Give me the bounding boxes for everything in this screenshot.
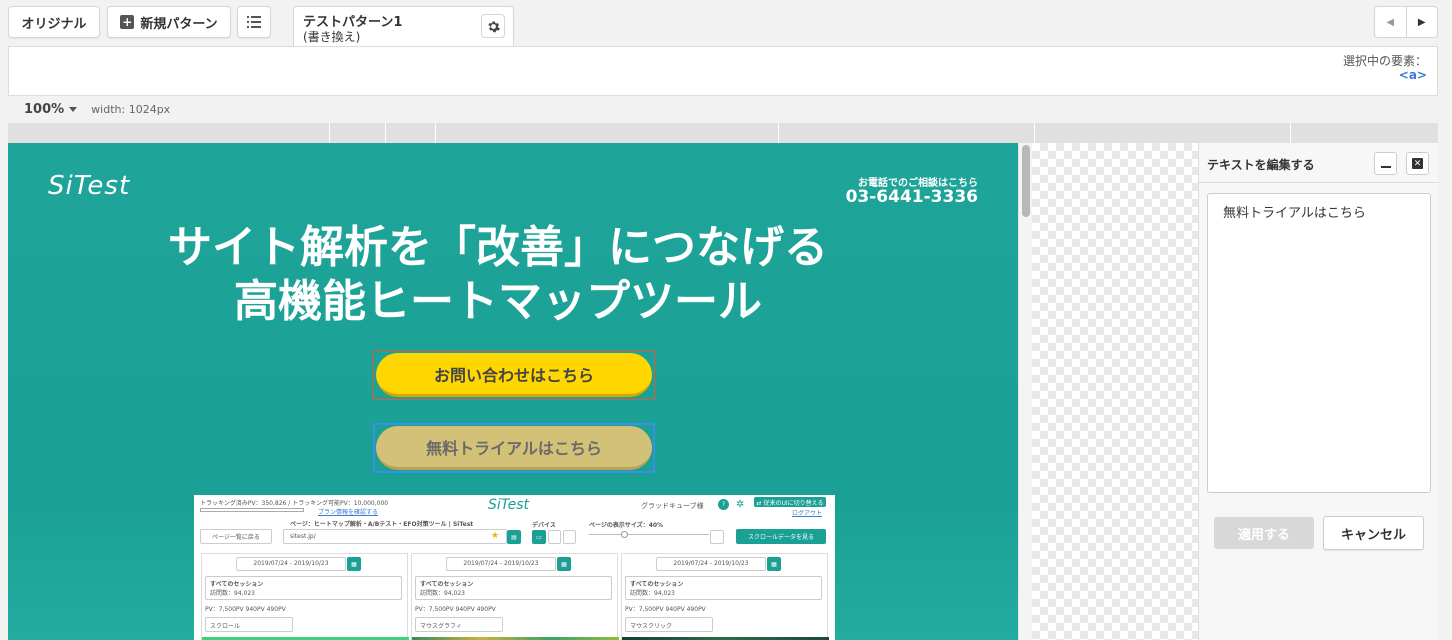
hero-headline[interactable]: サイト解析を「改善」につなげる 高機能ヒートマップツール <box>8 221 1018 329</box>
size-slider <box>589 534 709 535</box>
zoom-bar: 100% width: 1024px <box>8 96 1438 123</box>
help-icon: ? <box>718 499 729 510</box>
calendar-icon: ▦ <box>347 557 361 571</box>
segment-3-title: すべてのセッション <box>630 581 684 588</box>
display-size-label: ページの表示サイズ：40% <box>589 522 664 529</box>
mode-select-2: マウスグラフィ <box>415 617 503 632</box>
segment-2: すべてのセッション 訪問数：94,023 <box>415 576 612 600</box>
minimize-button[interactable] <box>1374 152 1397 175</box>
size-slider-handle <box>621 531 628 538</box>
slider-settings-icon <box>710 530 724 544</box>
segment-3-visits: 訪問数：94,023 <box>630 590 675 597</box>
close-button[interactable]: ✕ <box>1406 152 1429 175</box>
close-icon: ✕ <box>1412 158 1423 169</box>
pv-line-3: PV：7,500PV 940PV 490PV <box>625 606 706 613</box>
selected-element-tag[interactable]: <a> <box>1399 68 1427 82</box>
settings-icon: ✲ <box>736 499 745 510</box>
headline-line-2: 高機能ヒートマップツール <box>234 276 762 327</box>
list-icon <box>247 16 261 28</box>
tablet-icon <box>548 530 561 544</box>
date-range-3: 2019/07/24 - 2019/10/23 <box>656 557 766 571</box>
viewport-width: width: 1024px <box>91 103 171 116</box>
screenshot-logo: SiTest <box>488 497 529 513</box>
tracking-progress-bar <box>200 508 304 512</box>
calendar-icon: ▦ <box>557 557 571 571</box>
gear-icon <box>487 20 500 32</box>
url-field: sitest.jp/ <box>283 529 507 544</box>
ruler <box>8 123 1438 143</box>
original-button[interactable]: オリジナル <box>8 6 100 38</box>
segment-1: すべてのセッション 訪問数：94,023 <box>205 576 402 600</box>
sitest-logo: SiTest <box>48 171 131 201</box>
scroll-data-button: スクロールデータを見る <box>736 529 826 544</box>
pattern-settings-button[interactable] <box>481 14 505 38</box>
logout-link: ログアウト <box>792 510 823 517</box>
back-to-list-button: ページ一覧に戻る <box>200 529 272 544</box>
editor-header: テキストを編集する ✕ <box>1199 143 1439 183</box>
account-name: グラッドキューブ様 <box>641 502 704 510</box>
prev-pattern-button[interactable]: ◀ <box>1375 7 1406 37</box>
new-pattern-label: 新規パターン <box>140 16 218 32</box>
editor-title: テキストを編集する <box>1207 158 1315 172</box>
mobile-icon <box>563 530 576 544</box>
cancel-button[interactable]: キャンセル <box>1323 516 1424 550</box>
apply-button[interactable]: 適用する <box>1214 517 1314 549</box>
url-value: sitest.jp/ <box>290 533 316 540</box>
mode-select-3: マウスクリック <box>625 617 713 632</box>
chevron-left-icon: ◀ <box>1386 16 1395 28</box>
list-button[interactable] <box>237 6 271 38</box>
date-range-1: 2019/07/24 - 2019/10/23 <box>236 557 346 571</box>
minimize-icon <box>1380 165 1391 168</box>
pattern-nav: ◀ ▶ <box>1374 6 1438 38</box>
original-button-label: オリジナル <box>21 16 87 32</box>
pv-line-1: PV：7,500PV 940PV 490PV <box>205 606 286 613</box>
page-preview[interactable]: SiTest お電話でのご相談はこちら 03-6441-3336 サイト解析を「… <box>8 143 1018 640</box>
segment-2-title: すべてのセッション <box>420 581 474 588</box>
mode-select-1: スクロール <box>205 617 293 632</box>
new-pattern-button[interactable]: + 新規パターン <box>107 6 231 38</box>
star-icon: ★ <box>491 531 500 541</box>
heatmap-column-1: 2019/07/24 - 2019/10/23 ▦ すべてのセッション 訪問数：… <box>201 553 409 640</box>
trial-cta-button[interactable]: 無料トライアルはこちら <box>373 423 655 473</box>
segment-1-title: すべてのセッション <box>210 581 264 588</box>
segment-2-visits: 訪問数：94,023 <box>420 590 465 597</box>
device-label: デバイス <box>532 522 556 529</box>
next-pattern-button[interactable]: ▶ <box>1405 7 1438 37</box>
product-screenshot[interactable]: トラッキング済みPV：350,826 / トラッキング可能PV：10,000,0… <box>194 495 835 640</box>
preview-scrollbar[interactable] <box>1018 143 1032 640</box>
zoom-dropdown[interactable]: 100% <box>24 102 64 117</box>
pattern-subtitle: (書き換え) <box>303 30 361 44</box>
date-range-2: 2019/07/24 - 2019/10/23 <box>446 557 556 571</box>
back-to-list-label: ページ一覧に戻る <box>212 534 260 541</box>
plan-link: プラン情報を確認する <box>318 509 379 516</box>
contact-cta-button[interactable]: お問い合わせはこちら <box>373 350 655 400</box>
page-label: ページ：ヒートマップ解析・A/Bテスト・EFO対策ツール | SiTest <box>290 521 474 528</box>
text-edit-field[interactable]: 無料トライアルはこちら <box>1207 193 1431 493</box>
chevron-right-icon: ▶ <box>1417 16 1426 28</box>
tab-test-pattern[interactable]: テストパターン1 (書き換え) <box>293 6 514 46</box>
segment-3: すべてのセッション 訪問数：94,023 <box>625 576 822 600</box>
contact-cta-label: お問い合わせはこちら <box>376 353 652 397</box>
tracking-text: トラッキング済みPV：350,826 / トラッキング可能PV：10,000,0… <box>200 500 389 507</box>
plus-icon: + <box>120 15 135 29</box>
desktop-icon: ▭ <box>532 530 546 544</box>
chevron-down-icon[interactable] <box>69 107 78 112</box>
text-editor-panel: テキストを編集する ✕ 無料トライアルはこちら 適用する キャンセル <box>1198 143 1439 640</box>
headline-line-1: サイト解析を「改善」につなげる <box>168 222 828 273</box>
transparent-canvas-area <box>1032 143 1198 640</box>
heatmap-column-3: 2019/07/24 - 2019/10/23 ▦ すべてのセッション 訪問数：… <box>621 553 829 640</box>
pv-line-2: PV：7,500PV 940PV 490PV <box>415 606 496 613</box>
trial-cta-label: 無料トライアルはこちら <box>376 426 652 470</box>
switch-ui-button: ⇄ 従来のUIに切り替える <box>754 497 826 507</box>
top-toolbar: オリジナル + 新規パターン テストパターン1 (書き換え) ◀ ▶ <box>0 0 1452 46</box>
phone-number: 03-6441-3336 <box>845 187 978 207</box>
selected-element-label: 選択中の要素： <box>1342 54 1427 68</box>
selection-info-panel: 選択中の要素： <a> <box>8 46 1438 96</box>
scrollbar-thumb[interactable] <box>1022 145 1030 217</box>
calendar-icon: ▦ <box>767 557 781 571</box>
segment-1-visits: 訪問数：94,023 <box>210 590 255 597</box>
heatmap-column-2: 2019/07/24 - 2019/10/23 ▦ すべてのセッション 訪問数：… <box>411 553 619 640</box>
doc-icon: ▤ <box>507 530 521 544</box>
